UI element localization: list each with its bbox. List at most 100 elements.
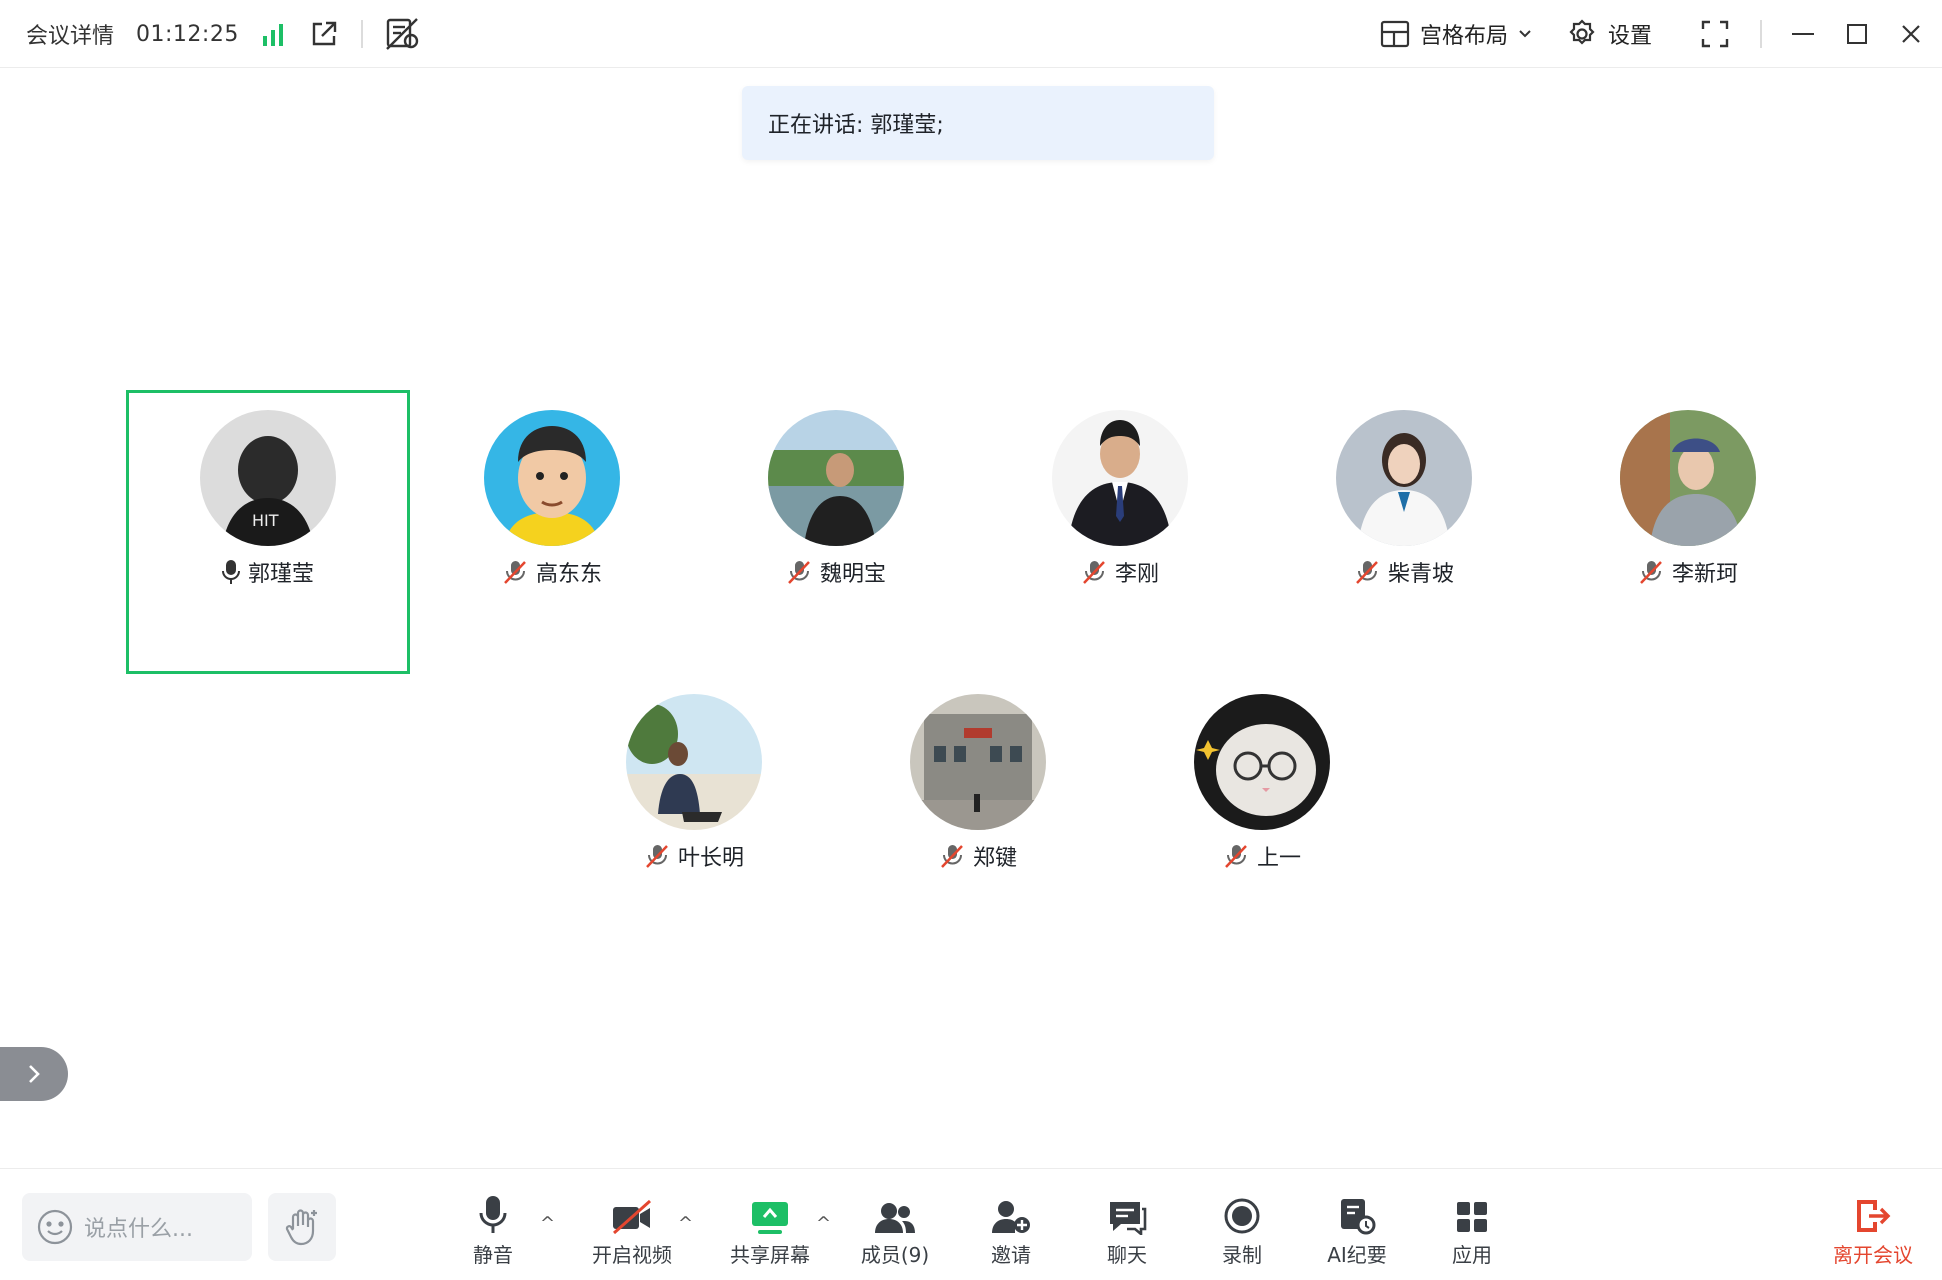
avatar: HIT (200, 410, 336, 546)
raise-hand-button[interactable] (268, 1193, 336, 1261)
participant-tile-speaking[interactable]: HIT 郭瑾莹 (126, 390, 410, 674)
gear-icon (1569, 19, 1595, 45)
members-label: 成员(9) (860, 1243, 930, 1267)
participant-name: 郑键 (972, 846, 1017, 871)
chat-placeholder: 说点什么... (84, 1217, 193, 1242)
invite-button[interactable]: 邀请 (956, 1193, 1066, 1273)
avatar (1336, 410, 1472, 546)
window-controls-divider (1760, 20, 1762, 48)
chat-bubble-icon (1110, 1202, 1147, 1235)
mic-muted-icon (941, 845, 963, 868)
mic-muted-icon (1225, 845, 1247, 868)
record-button[interactable]: 录制 (1187, 1193, 1297, 1273)
members-icon (875, 1203, 915, 1233)
top-bar: 会议详情 01:12:25 宫格布局 设置 (0, 0, 1942, 68)
maximize-icon (1847, 24, 1867, 44)
mic-muted-icon (788, 561, 810, 584)
participant-tile[interactable]: 郑键 (836, 674, 1120, 958)
apps-grid-icon (1457, 1202, 1487, 1232)
minimize-button[interactable] (1776, 0, 1830, 68)
avatar (1052, 410, 1188, 546)
participant-name-row: 上一 (1120, 840, 1404, 872)
mute-label: 静音 (473, 1243, 513, 1267)
participant-tile[interactable]: 叶长明 (552, 674, 836, 958)
start-video-label: 开启视频 (592, 1243, 672, 1267)
avatar (1194, 694, 1330, 830)
exit-door-icon (1857, 1200, 1891, 1232)
close-icon (1902, 25, 1920, 43)
settings-label: 设置 (1607, 24, 1652, 49)
members-button[interactable]: 成员(9) (840, 1193, 950, 1273)
microphone-icon (479, 1196, 507, 1233)
participant-tile[interactable]: 高东东 (410, 390, 694, 674)
svg-text:HIT: HIT (252, 511, 279, 530)
invite-label: 邀请 (991, 1243, 1031, 1267)
participant-tile[interactable]: 李刚 (978, 390, 1262, 674)
active-speaker-banner: 正在讲话: 郭瑾莹; (742, 86, 1214, 160)
record-label: 录制 (1222, 1243, 1262, 1267)
video-options-caret[interactable]: ^ (678, 1213, 693, 1234)
record-icon (1224, 1198, 1260, 1234)
expand-sidebar-button[interactable] (0, 1047, 68, 1101)
mic-on-icon (221, 560, 240, 584)
participant-name: 叶长明 (677, 846, 744, 871)
audio-options-caret[interactable]: ^ (540, 1213, 555, 1234)
participant-tile[interactable]: 李新珂 (1546, 390, 1830, 674)
share-screen-icon (752, 1202, 788, 1234)
participant-name-row: 郭瑾莹 (126, 556, 410, 588)
participant-name-row: 郑键 (836, 840, 1120, 872)
ai-notes-label: AI纪要 (1327, 1243, 1387, 1267)
ai-notes-button[interactable]: AI纪要 (1302, 1193, 1412, 1273)
participant-tile[interactable]: 魏明宝 (694, 390, 978, 674)
avatar (910, 694, 1046, 830)
chevron-right-icon (29, 1065, 40, 1083)
apps-label: 应用 (1452, 1243, 1492, 1267)
fullscreen-icon (1701, 20, 1729, 48)
share-screen-button[interactable]: 共享屏幕 (715, 1193, 825, 1273)
mute-button[interactable]: 静音 (438, 1193, 548, 1273)
apps-button[interactable]: 应用 (1417, 1193, 1527, 1273)
participant-name-row: 李新珂 (1546, 556, 1830, 588)
participant-name-row: 魏明宝 (694, 556, 978, 588)
participant-name-row: 叶长明 (552, 840, 836, 872)
raise-hand-icon (285, 1209, 317, 1246)
leave-meeting-label: 离开会议 (1833, 1243, 1913, 1267)
participant-name-row: 李刚 (978, 556, 1262, 588)
ai-notes-icon (1341, 1199, 1376, 1235)
participant-tile[interactable]: 上一 (1120, 674, 1404, 958)
avatar (484, 410, 620, 546)
participant-name-row: 柴青坡 (1262, 556, 1546, 588)
signal-strength-icon[interactable] (261, 22, 287, 46)
avatar (768, 410, 904, 546)
mic-muted-icon (504, 561, 526, 584)
avatar (626, 694, 762, 830)
share-external-icon[interactable] (309, 19, 339, 49)
mic-muted-icon (1083, 561, 1105, 584)
minimize-icon (1792, 33, 1814, 35)
participant-name: 上一 (1256, 846, 1301, 871)
participant-tile[interactable]: 柴青坡 (1262, 390, 1546, 674)
video-off-icon (613, 1199, 651, 1235)
participant-name: 郭瑾莹 (247, 562, 314, 587)
start-video-button[interactable]: 开启视频 (577, 1193, 687, 1273)
participant-name: 高东东 (535, 562, 602, 587)
mic-muted-icon (1356, 561, 1378, 584)
participant-name: 李新珂 (1671, 562, 1738, 587)
close-button[interactable] (1884, 0, 1938, 68)
quick-chat-input[interactable]: 说点什么... (22, 1193, 252, 1261)
avatar (1620, 410, 1756, 546)
maximize-button[interactable] (1830, 0, 1884, 68)
participant-name-row: 高东东 (410, 556, 694, 588)
settings-button[interactable]: 设置 (1566, 18, 1652, 50)
share-options-caret[interactable]: ^ (816, 1213, 831, 1234)
leave-meeting-button[interactable]: 离开会议 (1818, 1193, 1928, 1273)
chat-button[interactable]: 聊天 (1072, 1193, 1182, 1273)
meeting-details-link[interactable]: 会议详情 (26, 18, 114, 50)
bottom-toolbar: 说点什么... 静音 ^ 开启视频 ^ 共享屏幕 ^ 成员(9) 邀请 聊天 录… (0, 1168, 1942, 1280)
meeting-timer: 01:12:25 (136, 21, 239, 47)
mic-muted-icon (1640, 561, 1662, 584)
ai-notes-off-icon[interactable] (385, 17, 421, 51)
fullscreen-button[interactable] (1688, 0, 1742, 68)
share-screen-label: 共享屏幕 (730, 1243, 810, 1267)
layout-dropdown[interactable]: 宫格布局 (1380, 18, 1532, 50)
